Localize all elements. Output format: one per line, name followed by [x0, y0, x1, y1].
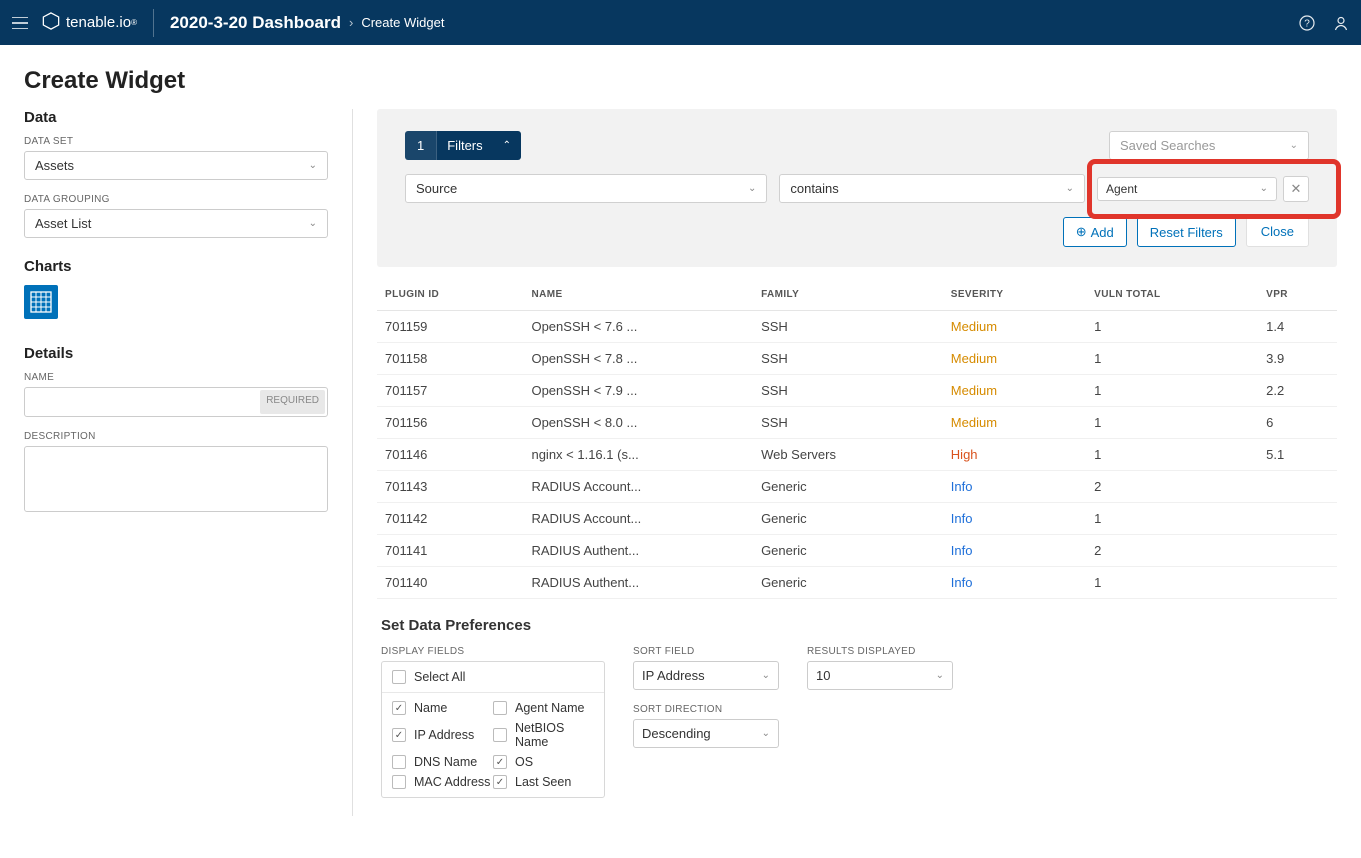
col-name[interactable]: NAME [523, 279, 753, 311]
charts-heading: Charts [24, 258, 328, 275]
results-table: PLUGIN ID NAME FAMILY SEVERITY VULN TOTA… [377, 279, 1337, 599]
col-vuln[interactable]: VULN TOTAL [1086, 279, 1258, 311]
dataset-select[interactable]: Assets ⌄ [24, 151, 328, 180]
table-row[interactable]: 701158 OpenSSH < 7.8 ... SSH Medium 1 3.… [377, 343, 1337, 375]
field-checkbox[interactable]: NetBIOS Name [493, 721, 594, 749]
chevron-down-icon: ⌄ [936, 670, 944, 681]
sort-dir-select[interactable]: Descending ⌄ [633, 719, 779, 748]
display-fields-label: DISPLAY FIELDS [381, 646, 605, 657]
table-row[interactable]: 701142 RADIUS Account... Generic Info 1 [377, 503, 1337, 535]
table-row[interactable]: 701140 RADIUS Authent... Generic Info 1 [377, 567, 1337, 599]
chevron-down-icon: ⌄ [1290, 140, 1298, 151]
select-all-checkbox[interactable]: Select All [382, 662, 604, 693]
results-displayed-select[interactable]: 10 ⌄ [807, 661, 953, 690]
chevron-down-icon: ⌄ [1260, 183, 1268, 194]
field-checkbox[interactable]: Name [392, 701, 493, 715]
sort-dir-label: SORT DIRECTION [633, 704, 779, 715]
description-label: DESCRIPTION [24, 431, 328, 442]
col-vpr[interactable]: VPR [1258, 279, 1337, 311]
field-checkbox[interactable]: OS [493, 755, 594, 769]
chevron-down-icon: ⌄ [762, 728, 770, 739]
chevron-right-icon: › [349, 15, 353, 30]
prefs-heading: Set Data Preferences [381, 617, 1333, 634]
field-checkbox[interactable]: Last Seen [493, 775, 594, 789]
description-input[interactable] [24, 446, 328, 512]
table-row[interactable]: 701159 OpenSSH < 7.6 ... SSH Medium 1 1.… [377, 311, 1337, 343]
name-input[interactable]: REQUIRED [24, 387, 328, 417]
remove-filter-button[interactable]: ✕ [1283, 176, 1309, 202]
divider [352, 109, 353, 816]
breadcrumb-dashboard[interactable]: 2020-3-20 Dashboard [170, 13, 341, 33]
chevron-down-icon: ⌄ [1066, 183, 1074, 194]
chevron-down-icon: ⌄ [309, 160, 317, 171]
filter-value-select[interactable]: Agent ⌄ [1097, 177, 1277, 201]
hamburger-icon[interactable] [12, 17, 28, 29]
hexagon-icon [42, 12, 60, 34]
breadcrumb: 2020-3-20 Dashboard › Create Widget [170, 13, 444, 33]
chevron-down-icon: ⌄ [762, 670, 770, 681]
user-icon[interactable] [1333, 15, 1349, 31]
display-fields-box: Select All NameAgent NameIP AddressNetBI… [381, 661, 605, 798]
sidebar: Data DATA SET Assets ⌄ DATA GROUPING Ass… [24, 109, 328, 816]
close-icon: ✕ [1291, 181, 1302, 197]
table-row[interactable]: 701157 OpenSSH < 7.9 ... SSH Medium 1 2.… [377, 375, 1337, 407]
sort-field-select[interactable]: IP Address ⌄ [633, 661, 779, 690]
table-row[interactable]: 701146 nginx < 1.16.1 (s... Web Servers … [377, 439, 1337, 471]
data-heading: Data [24, 109, 328, 126]
svg-text:?: ? [1304, 18, 1310, 29]
filter-field-select[interactable]: Source ⌄ [405, 174, 767, 203]
dataset-label: DATA SET [24, 136, 328, 147]
sort-field-label: SORT FIELD [633, 646, 779, 657]
col-family[interactable]: FAMILY [753, 279, 943, 311]
name-label: NAME [24, 372, 328, 383]
filters-button[interactable]: 1 Filters ⌃ [405, 131, 521, 160]
table-row[interactable]: 701143 RADIUS Account... Generic Info 2 [377, 471, 1337, 503]
brand-logo[interactable]: tenable.io® [42, 9, 154, 37]
required-badge: REQUIRED [260, 390, 325, 414]
filter-operator-select[interactable]: contains ⌄ [779, 174, 1085, 203]
details-heading: Details [24, 345, 328, 362]
data-preferences: Set Data Preferences DISPLAY FIELDS Sele… [377, 599, 1337, 816]
grouping-select[interactable]: Asset List ⌄ [24, 209, 328, 238]
topbar: tenable.io® 2020-3-20 Dashboard › Create… [0, 0, 1361, 45]
chevron-down-icon: ⌄ [309, 218, 317, 229]
add-button[interactable]: ⊕ Add [1063, 217, 1127, 247]
help-icon[interactable]: ? [1299, 15, 1315, 31]
close-button[interactable]: Close [1246, 217, 1309, 247]
page-title: Create Widget [0, 45, 1361, 109]
col-severity[interactable]: SEVERITY [943, 279, 1086, 311]
grouping-label: DATA GROUPING [24, 194, 328, 205]
field-checkbox[interactable]: IP Address [392, 721, 493, 749]
results-label: RESULTS DISPLAYED [807, 646, 953, 657]
plus-icon: ⊕ [1076, 224, 1087, 240]
table-row[interactable]: 701156 OpenSSH < 8.0 ... SSH Medium 1 6 [377, 407, 1337, 439]
saved-searches-select[interactable]: Saved Searches ⌄ [1109, 131, 1309, 160]
table-chart-icon[interactable] [24, 285, 58, 319]
chevron-up-icon: ⌃ [493, 133, 521, 158]
filters-label: Filters [437, 131, 492, 160]
table-row[interactable]: 701141 RADIUS Authent... Generic Info 2 [377, 535, 1337, 567]
reset-filters-button[interactable]: Reset Filters [1137, 217, 1236, 247]
field-checkbox[interactable]: Agent Name [493, 701, 594, 715]
filter-panel: 1 Filters ⌃ Saved Searches ⌄ Source ⌄ co… [377, 109, 1337, 267]
col-plugin[interactable]: PLUGIN ID [377, 279, 523, 311]
breadcrumb-current: Create Widget [361, 15, 444, 30]
filter-count: 1 [405, 131, 437, 160]
brand-text: tenable.io [66, 14, 131, 31]
main: 1 Filters ⌃ Saved Searches ⌄ Source ⌄ co… [377, 109, 1337, 816]
field-checkbox[interactable]: DNS Name [392, 755, 493, 769]
field-checkbox[interactable]: MAC Address [392, 775, 493, 789]
chevron-down-icon: ⌄ [748, 183, 756, 194]
